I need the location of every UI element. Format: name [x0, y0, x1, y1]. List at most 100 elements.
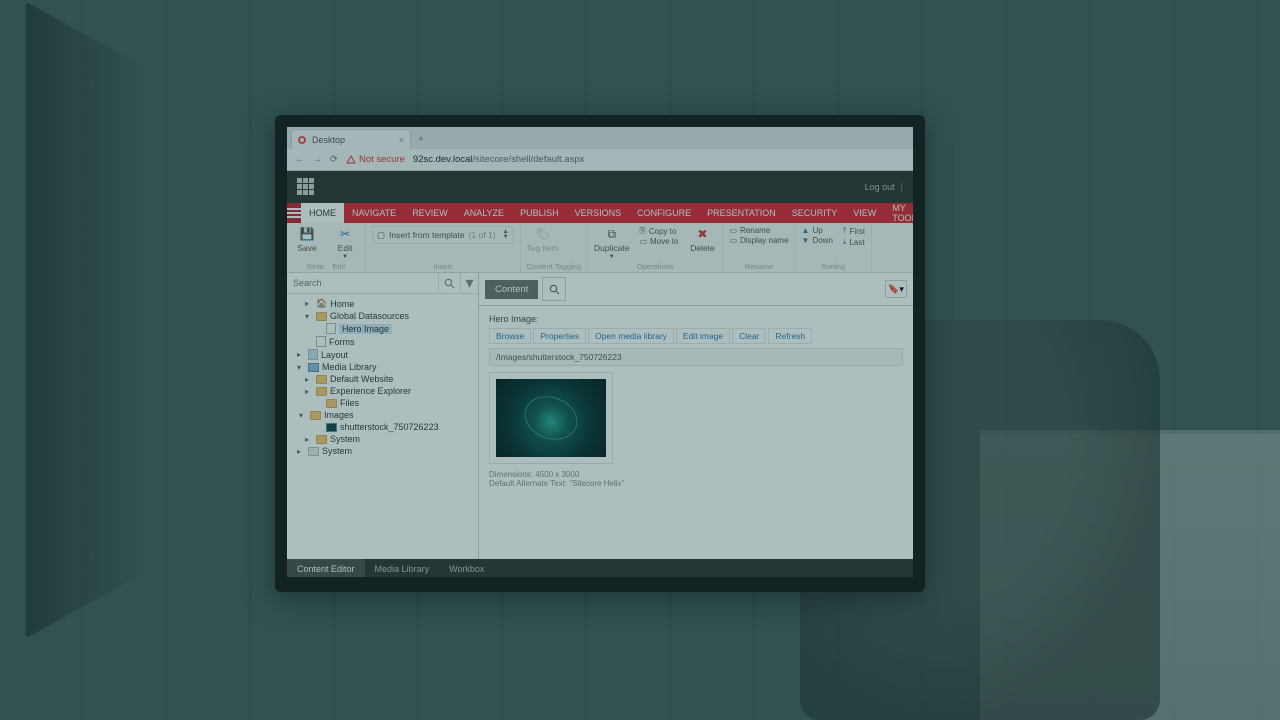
rename-button[interactable]: ▭Rename [729, 226, 788, 235]
back-icon[interactable]: ← [295, 154, 305, 165]
delete-button[interactable]: ✖Delete [688, 226, 716, 253]
ribbon-tab-mytoolbar[interactable]: MY TOOLBAR [884, 203, 913, 223]
tree-pane: ▾ ▸🏠Home ▾Global Datasources Hero Image … [287, 273, 479, 559]
insert-from-template[interactable]: ▢ Insert from template (1 of 1) ▲▼ [372, 226, 514, 244]
url-text[interactable]: 92sc.dev.local/sitecore/shell/default.as… [413, 154, 584, 165]
tree-item-system2[interactable]: ▸System [287, 445, 478, 457]
secondary-monitor [26, 1, 150, 638]
img-refresh[interactable]: Refresh [768, 328, 812, 344]
save-button[interactable]: 💾Save [293, 226, 321, 253]
ribbon-tab-view[interactable]: VIEW [845, 203, 884, 223]
content-pane: Content 🔖▾ Hero Image: Browse Properties… [479, 273, 913, 559]
move-icon: ▭ [639, 237, 647, 246]
ribbon-tab-configure[interactable]: CONFIGURE [629, 203, 699, 223]
tree-item-home[interactable]: ▸🏠Home [287, 297, 478, 310]
sort-down-button[interactable]: ▼Down [802, 236, 833, 245]
sort-last-button[interactable]: ⤓Last [843, 237, 865, 247]
page-icon [326, 323, 336, 334]
search-icon [444, 278, 455, 289]
img-open-media[interactable]: Open media library [588, 328, 674, 344]
image-dimensions: Dimensions: 4500 x 3000 [489, 470, 903, 479]
opera-icon [298, 136, 306, 144]
tag-icon: 🏷 [535, 226, 551, 242]
duplicate-button[interactable]: ⧉Duplicate▼ [594, 226, 629, 260]
reload-icon[interactable]: ⟳ [330, 154, 338, 165]
new-tab-button[interactable]: + [411, 129, 431, 149]
not-secure-badge[interactable]: Not secure [346, 154, 405, 165]
app-grid-icon[interactable] [297, 178, 315, 196]
ribbon-tab-presentation[interactable]: PRESENTATION [699, 203, 784, 223]
img-edit[interactable]: Edit image [676, 328, 730, 344]
tree-item-files[interactable]: Files [287, 397, 478, 409]
last-icon: ⤓ [843, 237, 847, 247]
content-search-button[interactable] [542, 277, 566, 301]
search-icon [549, 284, 560, 295]
ribbon-toolbar: 💾Save ✂Edit▼ Write Edit ▢ Insert from te… [287, 223, 913, 273]
tree-item-exp[interactable]: ▸Experience Explorer [287, 385, 478, 397]
app-header: Log out | [287, 171, 913, 203]
header-divider: | [901, 182, 903, 192]
tree-search-button[interactable] [438, 273, 460, 293]
tree-item-media[interactable]: ▾Media Library [287, 361, 478, 373]
screen: Desktop × + ← → ⟳ Not secure 92sc.dev.lo… [287, 127, 913, 577]
folder-icon [316, 375, 327, 384]
tree-item-hero[interactable]: Hero Image [287, 322, 478, 335]
main-split: ▾ ▸🏠Home ▾Global Datasources Hero Image … [287, 273, 913, 559]
save-icon: 💾 [299, 226, 315, 242]
folder-icon [310, 411, 321, 420]
edit-button[interactable]: ✂Edit▼ [331, 226, 359, 260]
ribbon-tab-home[interactable]: HOME [301, 203, 344, 223]
display-name-icon: ▭ [729, 236, 737, 245]
tag-item-button: 🏷Tag item [527, 226, 559, 253]
move-to-button[interactable]: ▭Move to [639, 237, 678, 246]
img-clear[interactable]: Clear [732, 328, 766, 344]
forward-icon[interactable]: → [313, 154, 323, 165]
tree-item-global[interactable]: ▾Global Datasources [287, 310, 478, 322]
ws-tab-workbox[interactable]: Workbox [439, 559, 494, 577]
media-icon [308, 363, 319, 372]
down-arrow-icon: ▼ [802, 236, 810, 245]
image-path: /Images/shutterstock_750726223 [489, 348, 903, 366]
workspace-tabs: Content Editor Media Library Workbox [287, 559, 913, 577]
ws-tab-content-editor[interactable]: Content Editor [287, 559, 365, 577]
hamburger-menu[interactable] [287, 203, 301, 223]
language-selector[interactable]: 🔖▾ [885, 280, 907, 298]
ribbon-tab-security[interactable]: SECURITY [784, 203, 846, 223]
image-thumbnail[interactable] [496, 379, 606, 457]
tree-item-layout[interactable]: ▸Layout [287, 348, 478, 361]
img-browse[interactable]: Browse [489, 328, 531, 344]
ribbon-tab-versions[interactable]: VERSIONS [567, 203, 630, 223]
folder-icon [316, 435, 327, 444]
content-tab[interactable]: Content [485, 280, 538, 299]
folder-icon [326, 399, 337, 408]
delete-icon: ✖ [694, 226, 710, 242]
image-icon [326, 423, 337, 432]
copy-to-button[interactable]: ⎘Copy to [639, 226, 678, 236]
sort-first-button[interactable]: ⤒First [843, 226, 865, 236]
content-tree: ▸🏠Home ▾Global Datasources Hero Image Fo… [287, 294, 478, 559]
image-preview [489, 372, 613, 464]
copy-icon: ⎘ [639, 226, 645, 236]
img-properties[interactable]: Properties [533, 328, 586, 344]
up-arrow-icon: ▲ [802, 226, 810, 235]
tree-item-system[interactable]: ▸System [287, 433, 478, 445]
logout-link[interactable]: Log out [865, 182, 895, 192]
tree-item-forms[interactable]: Forms [287, 335, 478, 348]
tree-item-default-ws[interactable]: ▸Default Website [287, 373, 478, 385]
close-tab-icon[interactable]: × [399, 135, 404, 145]
folder-icon [316, 312, 327, 321]
ribbon-tab-navigate[interactable]: NAVIGATE [344, 203, 404, 223]
display-name-button[interactable]: ▭Display name [729, 236, 788, 245]
tree-search-dropdown[interactable]: ▾ [460, 273, 478, 293]
ribbon-tab-review[interactable]: REVIEW [404, 203, 456, 223]
sort-up-button[interactable]: ▲Up [802, 226, 833, 235]
ribbon-tab-analyze[interactable]: ANALYZE [456, 203, 512, 223]
address-bar: ← → ⟳ Not secure 92sc.dev.local/sitecore… [287, 149, 913, 171]
ws-tab-media-library[interactable]: Media Library [365, 559, 440, 577]
ribbon-tabs: HOME NAVIGATE REVIEW ANALYZE PUBLISH VER… [287, 203, 913, 223]
tree-item-images[interactable]: ▾Images [287, 409, 478, 421]
tree-item-shutter[interactable]: shutterstock_750726223 [287, 421, 478, 433]
tree-search-input[interactable] [287, 273, 438, 293]
ribbon-tab-publish[interactable]: PUBLISH [512, 203, 567, 223]
browser-tab[interactable]: Desktop × [291, 129, 411, 149]
